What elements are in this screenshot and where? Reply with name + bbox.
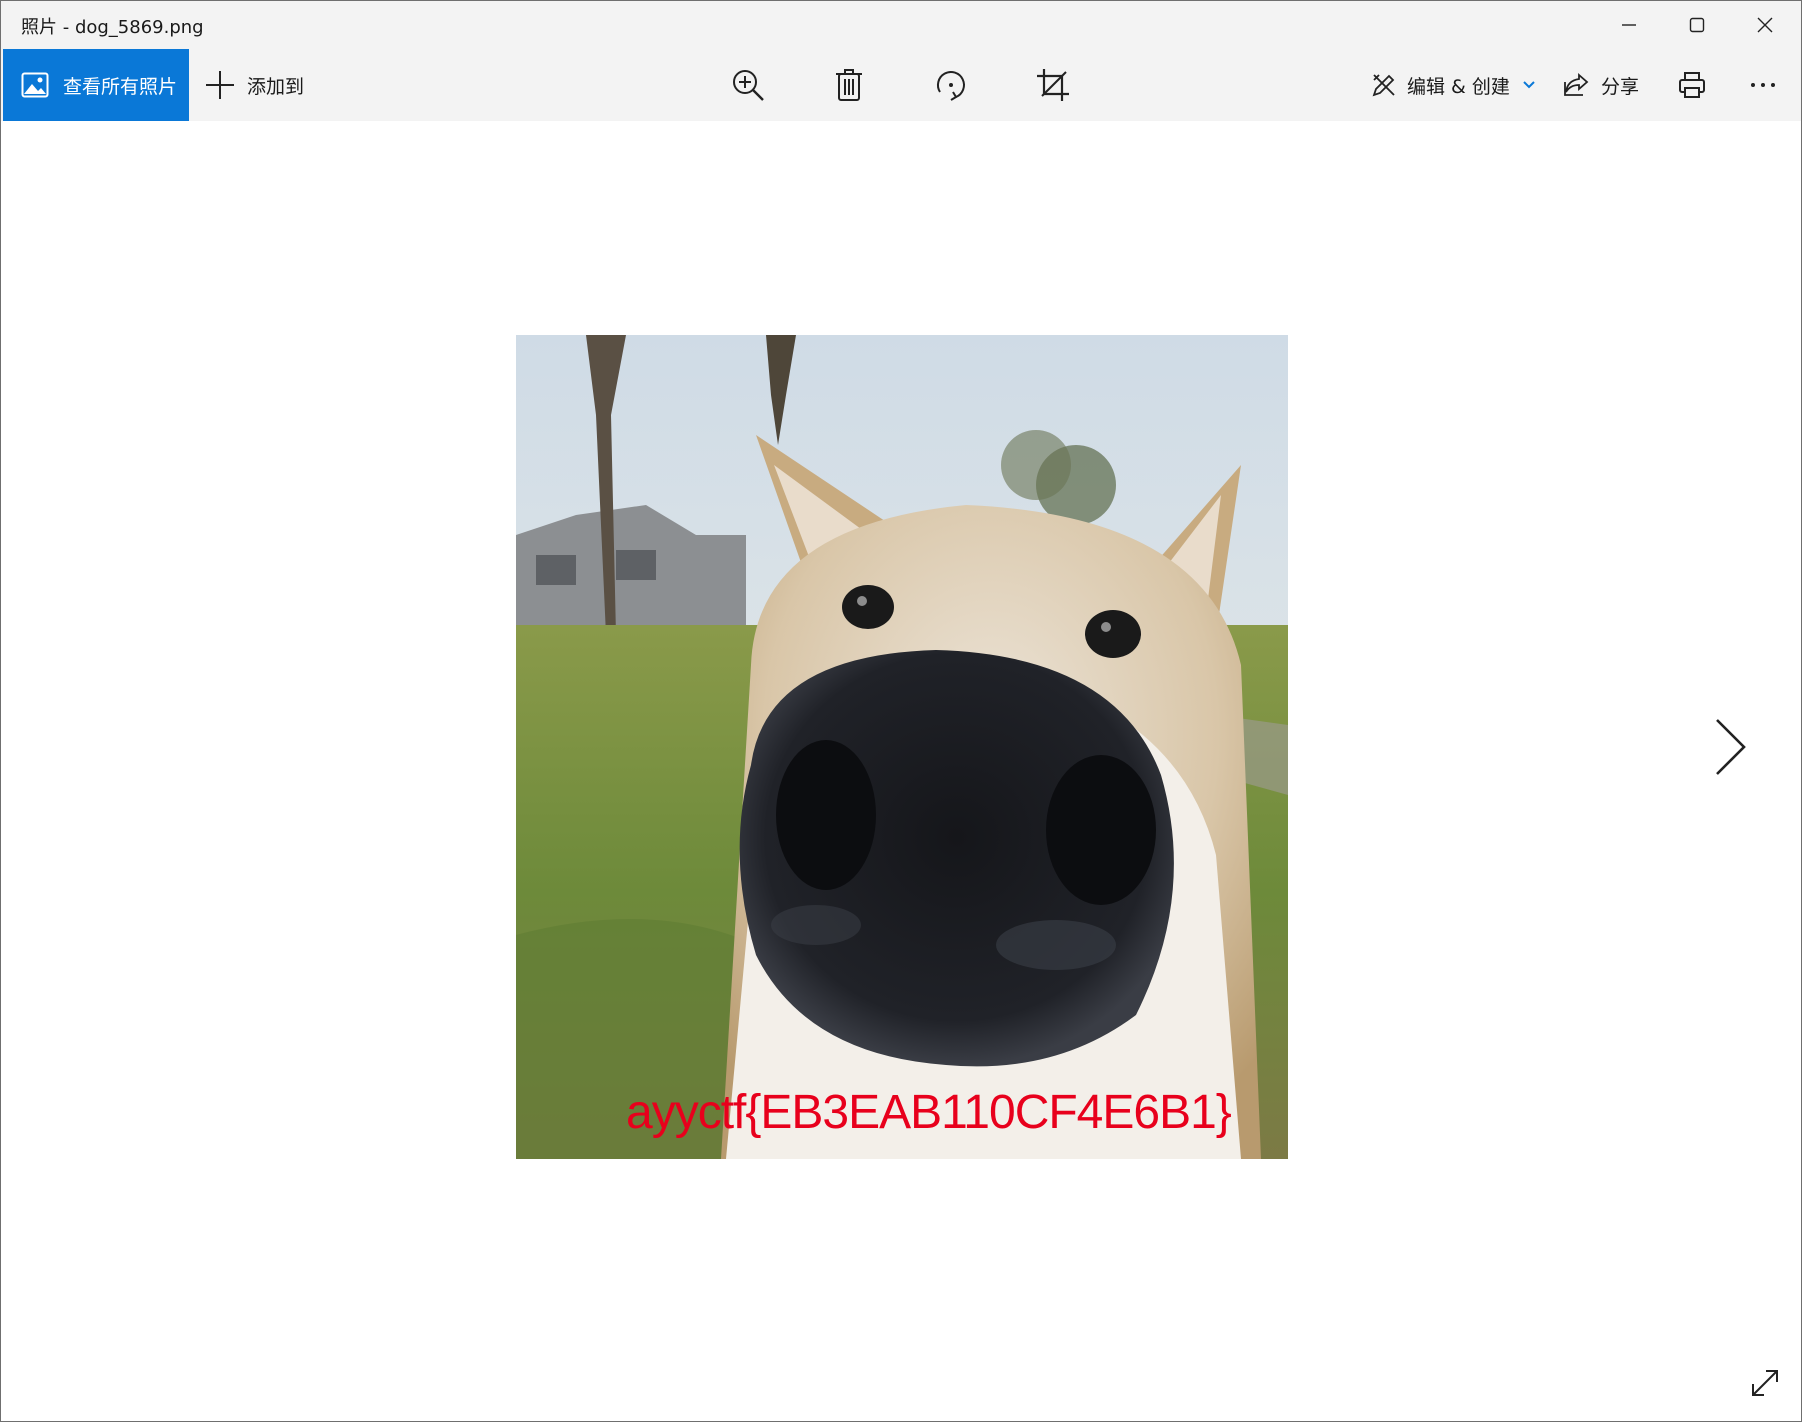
toolbar: 查看所有照片 添加到 编辑 & 创建 分享 bbox=[1, 49, 1801, 121]
print-button[interactable] bbox=[1662, 49, 1722, 121]
share-label: 分享 bbox=[1601, 75, 1640, 98]
rotate-icon bbox=[937, 71, 965, 101]
zoom-button[interactable] bbox=[718, 49, 778, 121]
close-button[interactable] bbox=[1731, 1, 1799, 49]
rotate-button[interactable] bbox=[921, 49, 981, 121]
crop-button[interactable] bbox=[1023, 49, 1083, 121]
minimize-button[interactable] bbox=[1595, 1, 1663, 49]
edit-create-label: 编辑 & 创建 bbox=[1407, 75, 1510, 98]
view-all-photos-button[interactable]: 查看所有照片 bbox=[3, 49, 189, 121]
fullscreen-button[interactable] bbox=[1745, 1363, 1785, 1403]
crop-icon bbox=[1037, 69, 1069, 101]
expand-icon bbox=[1752, 1370, 1778, 1396]
share-icon bbox=[1563, 73, 1589, 97]
next-photo-button[interactable] bbox=[1701, 709, 1761, 785]
chevron-right-icon bbox=[1716, 719, 1746, 775]
print-icon bbox=[1679, 72, 1705, 98]
maximize-button[interactable] bbox=[1663, 1, 1731, 49]
close-icon bbox=[1757, 17, 1773, 33]
photos-icon bbox=[21, 72, 49, 98]
zoom-in-icon bbox=[733, 70, 764, 101]
delete-button[interactable] bbox=[819, 49, 879, 121]
edit-create-icon bbox=[1371, 72, 1397, 98]
title-bar: 照片 - dog_5869.png bbox=[1, 1, 1801, 49]
dog-photo-image bbox=[516, 335, 1288, 1159]
photos-app-window: 照片 - dog_5869.png 查看所有照片 添加到 编辑 & 创建 分享 … bbox=[0, 0, 1802, 1422]
plus-icon bbox=[205, 70, 235, 100]
delete-icon bbox=[836, 69, 862, 101]
displayed-photo[interactable]: ayyctf{EB3EAB110CF4E6B1} bbox=[516, 335, 1288, 1159]
share-button[interactable]: 分享 bbox=[1563, 49, 1639, 121]
maximize-icon bbox=[1689, 17, 1705, 33]
photo-caption-text: ayyctf{EB3EAB110CF4E6B1} bbox=[626, 1086, 1232, 1139]
window-title: 照片 - dog_5869.png bbox=[21, 17, 204, 38]
more-options-button[interactable] bbox=[1733, 49, 1793, 121]
add-to-label: 添加到 bbox=[247, 75, 305, 98]
view-all-photos-label: 查看所有照片 bbox=[63, 75, 178, 98]
chevron-down-icon bbox=[1522, 80, 1536, 90]
edit-create-button[interactable]: 编辑 & 创建 bbox=[1371, 49, 1536, 121]
minimize-icon bbox=[1622, 24, 1636, 26]
add-to-button[interactable]: 添加到 bbox=[205, 49, 304, 121]
more-icon bbox=[1751, 83, 1775, 87]
